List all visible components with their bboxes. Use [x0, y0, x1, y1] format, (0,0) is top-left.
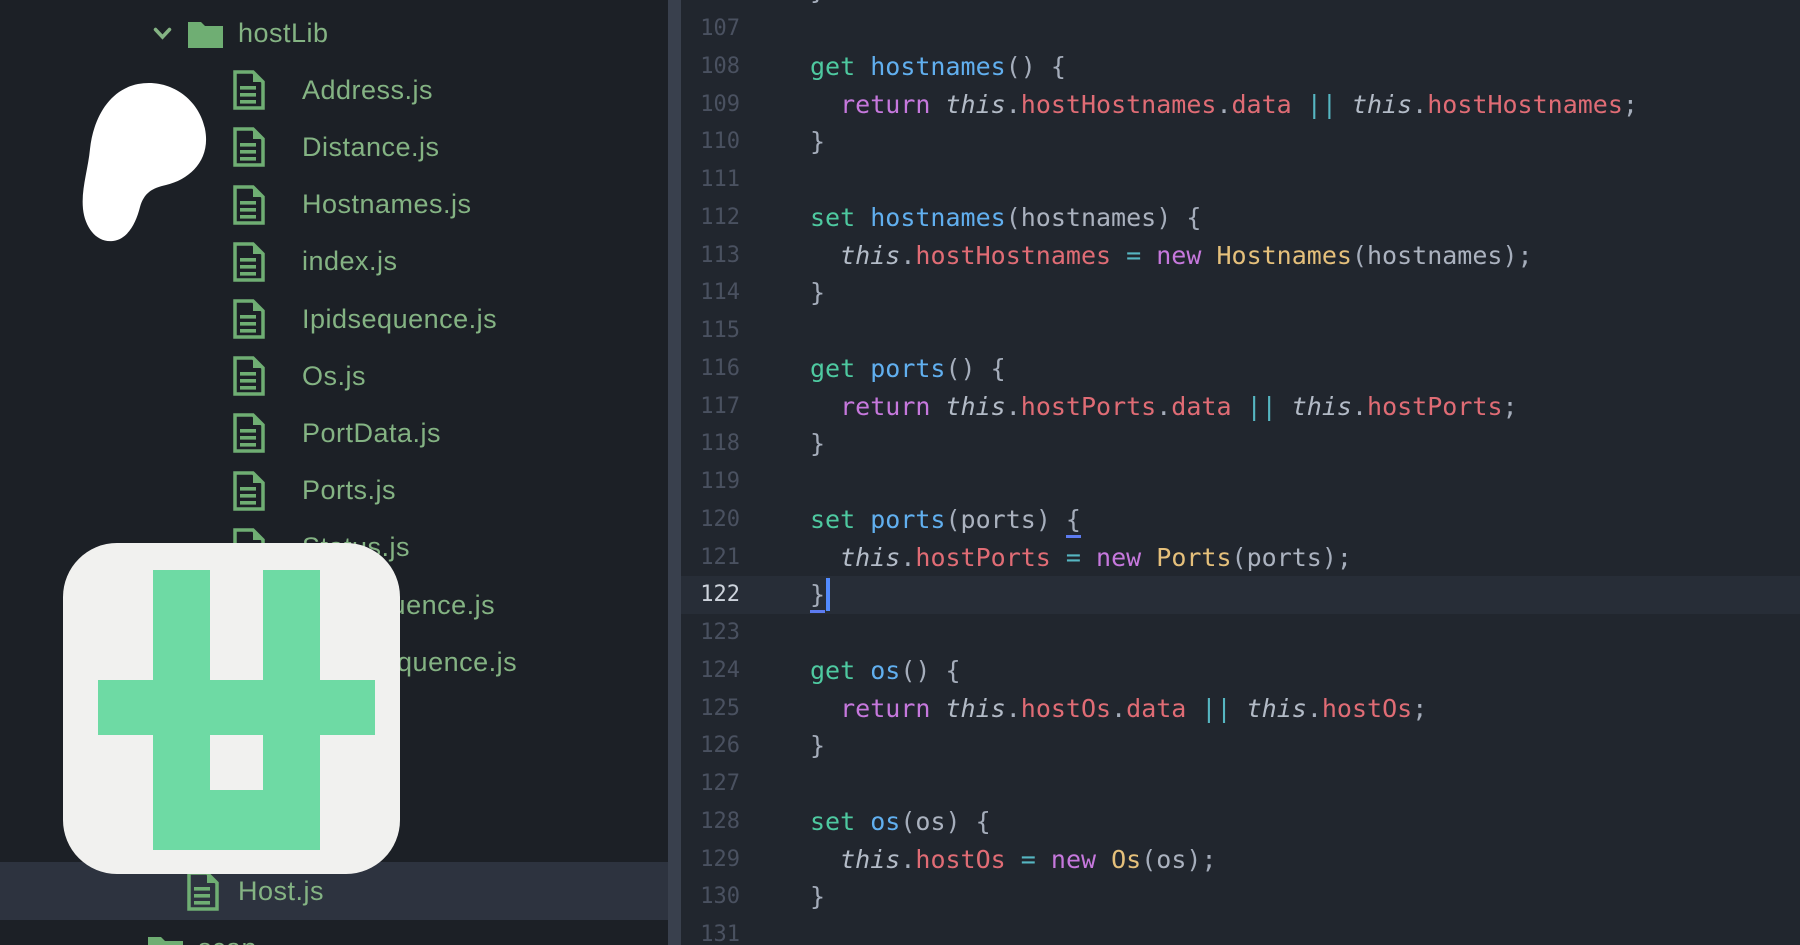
code-line-114[interactable]: } [810, 274, 825, 312]
line-number-116[interactable]: 116 [681, 350, 740, 388]
code-line-121[interactable]: this.hostPorts = new Ports(ports); [810, 539, 1352, 577]
file-icon [233, 413, 265, 454]
line-number-125[interactable]: 125 [681, 690, 740, 728]
code-line-128[interactable]: set os(os) { [810, 803, 991, 841]
line-number-117[interactable]: 117 [681, 388, 740, 426]
file-icon [233, 127, 265, 168]
patreon-blob-logo [82, 82, 207, 242]
active-line-highlight [681, 576, 1800, 615]
code-line-122[interactable]: } [810, 576, 826, 614]
tree-item-label: Ports.js [302, 475, 397, 506]
panel-resize-handle[interactable] [668, 0, 681, 945]
line-number-120[interactable]: 120 [681, 501, 740, 539]
line-number-108[interactable]: 108 [681, 48, 740, 86]
line-number-121[interactable]: 121 [681, 539, 740, 577]
line-number-127[interactable]: 127 [681, 765, 740, 803]
code-line-126[interactable]: } [810, 727, 825, 765]
line-number-131[interactable]: 131 [681, 916, 740, 945]
tree-item-Ports-js[interactable]: Ports.js [0, 462, 668, 520]
file-icon [233, 70, 265, 110]
line-number-109[interactable]: 109 [681, 86, 740, 124]
code-line-117[interactable]: return this.hostPorts.data || this.hostP… [810, 388, 1517, 426]
code-line-106[interactable]: } [810, 0, 825, 10]
line-number-122[interactable]: 122 [681, 576, 740, 614]
code-line-124[interactable]: get os() { [810, 652, 961, 690]
file-icon [233, 242, 265, 282]
code-line-113[interactable]: this.hostHostnames = new Hostnames(hostn… [810, 237, 1532, 275]
code-line-109[interactable]: return this.hostHostnames.data || this.h… [810, 86, 1638, 124]
file-icon [233, 356, 265, 396]
tree-item-label: Address.js [302, 74, 434, 105]
line-number-107[interactable]: 107 [681, 10, 740, 48]
text-cursor [826, 578, 830, 612]
tree-item-Ipidsequence-js[interactable]: Ipidsequence.js [0, 290, 668, 348]
code-line-120[interactable]: set ports(ports) { [810, 501, 1081, 539]
code-line-112[interactable]: set hostnames(hostnames) { [810, 199, 1201, 237]
tree-item-label: Distance.js [302, 131, 440, 162]
line-number-123[interactable]: 123 [681, 614, 740, 652]
code-line-118[interactable]: } [810, 425, 825, 463]
tree-item-label: Os.js [302, 360, 367, 391]
tree-item-label: Ipidsequence.js [302, 303, 498, 334]
tree-item-label: scan [198, 933, 257, 945]
hash-badge-logo [63, 543, 400, 874]
line-number-113[interactable]: 113 [681, 237, 740, 275]
file-icon [233, 299, 265, 339]
tree-item-PortData-js[interactable]: PortData.js [0, 404, 668, 462]
tree-item-scan[interactable]: scan [0, 919, 668, 945]
code-line-108[interactable]: get hostnames() { [810, 48, 1066, 86]
code-editor[interactable]: } 107108 get hostnames() { 109 return this.… [681, 0, 1800, 945]
code-line-116[interactable]: get ports() { [810, 350, 1006, 388]
code-line-125[interactable]: return this.hostOs.data || this.hostOs; [810, 690, 1427, 728]
tree-item-label: PortData.js [302, 417, 442, 448]
chevron-down-icon [153, 27, 172, 40]
folder-icon [148, 936, 183, 945]
tree-item-label: index.js [302, 246, 398, 277]
line-number-119[interactable]: 119 [681, 463, 740, 501]
tree-item-label: Host.js [238, 875, 325, 906]
line-number-118[interactable]: 118 [681, 425, 740, 463]
tree-item-label: hostLib [238, 17, 329, 48]
folder-icon [188, 21, 223, 48]
line-number-110[interactable]: 110 [681, 123, 740, 161]
line-number-114[interactable]: 114 [681, 274, 740, 312]
line-number-115[interactable]: 115 [681, 312, 740, 350]
file-icon [233, 470, 265, 511]
file-icon [187, 871, 219, 911]
line-number-126[interactable]: 126 [681, 727, 740, 765]
code-line-130[interactable]: } [810, 878, 825, 916]
code-line-129[interactable]: this.hostOs = new Os(os); [810, 841, 1216, 879]
line-number-112[interactable]: 112 [681, 199, 740, 237]
line-number-124[interactable]: 124 [681, 652, 740, 690]
line-number-111[interactable]: 111 [681, 161, 740, 199]
code-line-110[interactable]: } [810, 123, 825, 161]
line-number-129[interactable]: 129 [681, 841, 740, 879]
file-icon [233, 184, 265, 225]
line-number-128[interactable]: 128 [681, 803, 740, 841]
tree-item-label: Hostnames.js [302, 189, 472, 220]
tree-item-hostLib[interactable]: hostLib [0, 4, 668, 62]
line-number-130[interactable]: 130 [681, 878, 740, 916]
tree-item-Os-js[interactable]: Os.js [0, 347, 668, 405]
